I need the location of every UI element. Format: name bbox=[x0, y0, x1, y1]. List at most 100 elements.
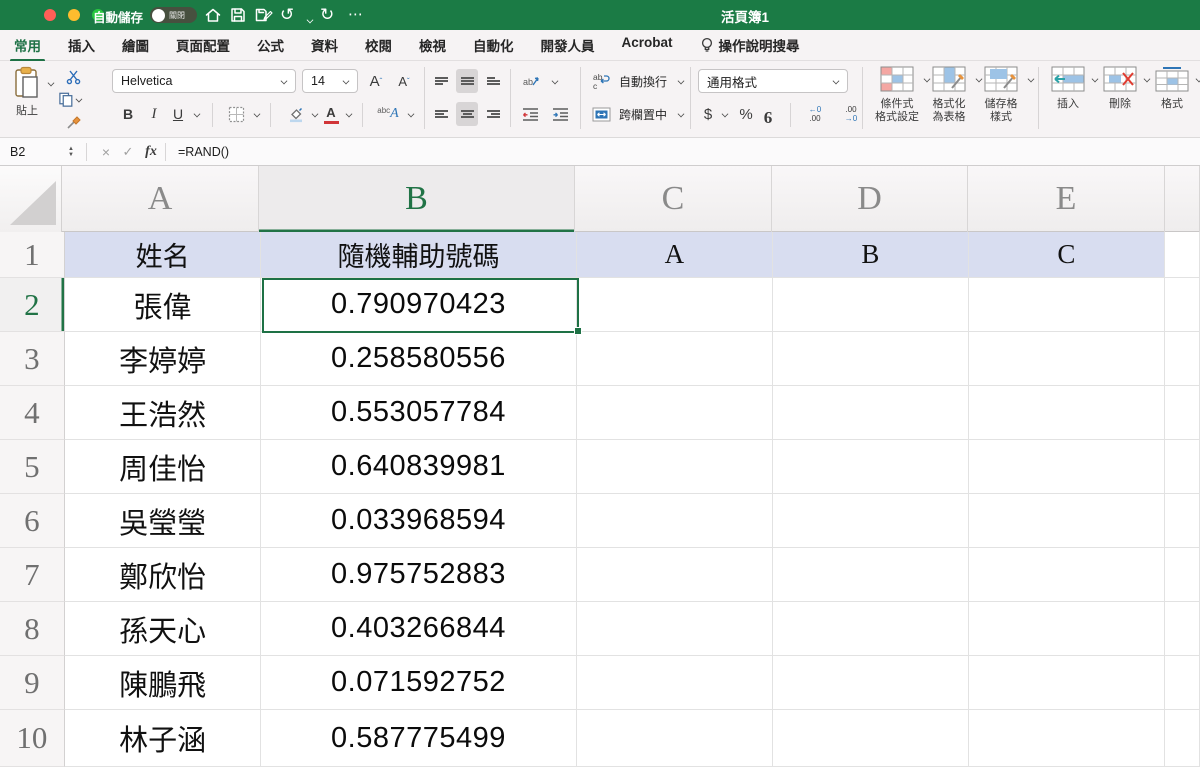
cell-A2[interactable]: 張偉 bbox=[65, 278, 262, 332]
name-box-stepper[interactable]: ▲▼ bbox=[64, 146, 78, 158]
percent-button[interactable]: % bbox=[736, 102, 756, 126]
cell-C1[interactable]: A bbox=[577, 232, 774, 278]
cell-B5[interactable]: 0.640839981 bbox=[261, 440, 576, 494]
cell-F9[interactable] bbox=[1165, 656, 1200, 710]
cell-A3[interactable]: 李婷婷 bbox=[65, 332, 262, 386]
cell-E2[interactable] bbox=[969, 278, 1166, 332]
borders-chevron-icon[interactable] bbox=[248, 102, 262, 126]
ribbon-tab-1[interactable]: 常用 bbox=[14, 35, 41, 55]
wrap-text-icon[interactable]: abc bbox=[590, 69, 612, 93]
italic-button[interactable]: I bbox=[144, 102, 164, 126]
increase-indent-button[interactable] bbox=[548, 102, 572, 126]
cell-C2[interactable] bbox=[577, 278, 774, 332]
merge-center-icon[interactable] bbox=[590, 102, 612, 126]
align-center-button[interactable] bbox=[456, 102, 478, 126]
cell-B8[interactable]: 0.403266844 bbox=[261, 602, 576, 656]
formula-input[interactable]: =RAND() bbox=[178, 145, 229, 159]
cell-C4[interactable] bbox=[577, 386, 774, 440]
font-color-chevron-icon[interactable] bbox=[340, 102, 354, 126]
cell-A4[interactable]: 王浩然 bbox=[65, 386, 262, 440]
font-name-select[interactable]: Helvetica bbox=[112, 69, 296, 93]
cell-F1[interactable] bbox=[1165, 232, 1200, 278]
cell-D8[interactable] bbox=[773, 602, 969, 656]
insert-cells-button[interactable]: 插入 bbox=[1046, 66, 1090, 111]
increase-decimal-button[interactable]: ←0.00 bbox=[800, 102, 830, 126]
cell-styles-button[interactable]: 儲存格樣式 bbox=[976, 66, 1026, 124]
column-header-partial[interactable] bbox=[1165, 166, 1200, 232]
orientation-chevron-icon[interactable] bbox=[546, 69, 560, 93]
undo-icon[interactable]: ↺ bbox=[280, 3, 294, 27]
ribbon-tab-7[interactable]: 校閱 bbox=[365, 35, 392, 55]
cell-B7[interactable]: 0.975752883 bbox=[261, 548, 576, 602]
delete-cells-button[interactable]: 刪除 bbox=[1098, 66, 1142, 111]
cell-D5[interactable] bbox=[773, 440, 969, 494]
insert-function-icon[interactable]: fx bbox=[139, 144, 163, 160]
row-header-6[interactable]: 6 bbox=[0, 494, 65, 548]
more-toolbar-icon[interactable]: ⋯ bbox=[348, 3, 363, 27]
cut-button[interactable] bbox=[62, 65, 86, 89]
ribbon-tab-9[interactable]: 自動化 bbox=[473, 35, 514, 55]
align-bottom-button[interactable] bbox=[482, 69, 504, 93]
cell-A7[interactable]: 鄭欣怡 bbox=[65, 548, 262, 602]
cell-E1[interactable]: C bbox=[969, 232, 1166, 278]
row-header-5[interactable]: 5 bbox=[0, 440, 65, 494]
cell-F7[interactable] bbox=[1165, 548, 1200, 602]
row-header-3[interactable]: 3 bbox=[0, 332, 65, 386]
cell-D9[interactable] bbox=[773, 656, 969, 710]
text-effects-button[interactable]: abcA bbox=[374, 102, 402, 126]
cell-E4[interactable] bbox=[969, 386, 1166, 440]
name-box[interactable]: B2 bbox=[0, 138, 62, 166]
cell-D4[interactable] bbox=[773, 386, 969, 440]
orientation-button[interactable]: ab bbox=[518, 69, 544, 93]
cell-E9[interactable] bbox=[969, 656, 1166, 710]
cell-C6[interactable] bbox=[577, 494, 774, 548]
format-painter-button[interactable] bbox=[62, 109, 86, 133]
cell-B6[interactable]: 0.033968594 bbox=[261, 494, 576, 548]
cell-E6[interactable] bbox=[969, 494, 1166, 548]
copy-button[interactable] bbox=[58, 87, 82, 111]
ribbon-tab-11[interactable]: Acrobat bbox=[622, 35, 673, 55]
column-header-B[interactable]: B bbox=[259, 166, 575, 232]
row-header-9[interactable]: 9 bbox=[0, 656, 65, 710]
cell-F10[interactable] bbox=[1165, 710, 1200, 767]
ribbon-tab-2[interactable]: 插入 bbox=[68, 35, 95, 55]
ribbon-tab-3[interactable]: 繪圖 bbox=[122, 35, 149, 55]
cell-styles-chevron-icon[interactable] bbox=[1028, 76, 1035, 83]
close-window-button[interactable] bbox=[44, 9, 56, 21]
select-all-corner[interactable] bbox=[0, 166, 62, 232]
cell-C7[interactable] bbox=[577, 548, 774, 602]
row-header-4[interactable]: 4 bbox=[0, 386, 65, 440]
fill-color-button[interactable] bbox=[284, 102, 308, 126]
home-icon[interactable] bbox=[203, 5, 223, 25]
enter-icon[interactable]: ✓ bbox=[117, 144, 139, 160]
ribbon-tab-5[interactable]: 公式 bbox=[257, 35, 284, 55]
column-header-A[interactable]: A bbox=[62, 166, 259, 232]
number-format-select[interactable]: 通用格式 bbox=[698, 69, 848, 93]
merge-center-chevron-icon[interactable] bbox=[672, 102, 686, 126]
cell-D6[interactable] bbox=[773, 494, 969, 548]
font-color-button[interactable]: A bbox=[320, 102, 342, 126]
copy-chevron-icon[interactable] bbox=[76, 96, 83, 103]
ribbon-tab-4[interactable]: 頁面配置 bbox=[176, 35, 230, 55]
cell-B4[interactable]: 0.553057784 bbox=[261, 386, 576, 440]
cell-F5[interactable] bbox=[1165, 440, 1200, 494]
fill-color-chevron-icon[interactable] bbox=[306, 102, 320, 126]
cell-E8[interactable] bbox=[969, 602, 1166, 656]
cell-E10[interactable] bbox=[969, 710, 1166, 767]
decrease-font-size-button[interactable]: Aˇ bbox=[392, 69, 416, 93]
cell-A8[interactable]: 孫天心 bbox=[65, 602, 262, 656]
format-as-table-button[interactable]: 格式化為表格 bbox=[924, 66, 974, 124]
currency-chevron-icon[interactable] bbox=[716, 102, 730, 126]
cell-A1[interactable]: 姓名 bbox=[65, 232, 262, 278]
cell-C10[interactable] bbox=[577, 710, 774, 767]
wrap-text-chevron-icon[interactable] bbox=[672, 69, 686, 93]
cell-B2[interactable]: 0.790970423 bbox=[261, 278, 576, 332]
row-header-10[interactable]: 10 bbox=[0, 710, 65, 767]
undo-chevron-icon[interactable] bbox=[307, 16, 314, 23]
font-size-select[interactable]: 14 bbox=[302, 69, 358, 93]
cancel-icon[interactable]: × bbox=[95, 144, 117, 160]
ribbon-tab-10[interactable]: 開發人員 bbox=[541, 35, 595, 55]
cell-D2[interactable] bbox=[773, 278, 969, 332]
cell-F8[interactable] bbox=[1165, 602, 1200, 656]
comma-style-button[interactable]: 9 bbox=[760, 105, 776, 129]
